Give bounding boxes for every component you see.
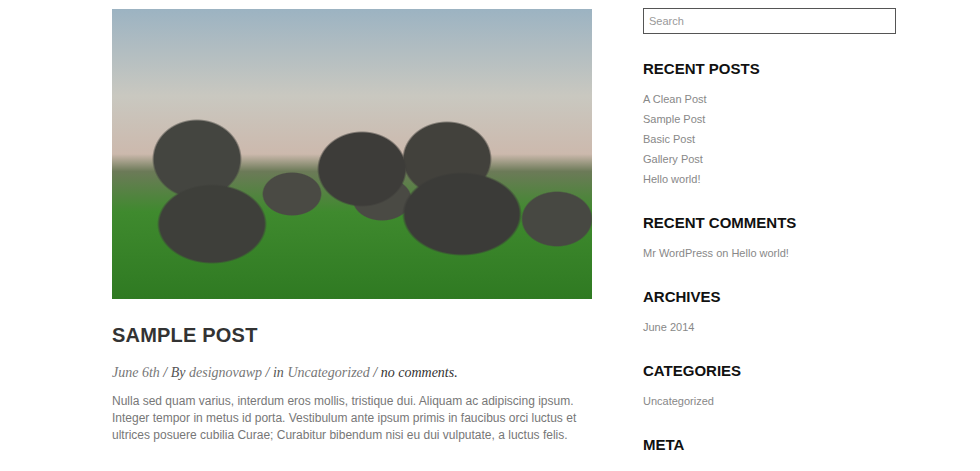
meta-link[interactable]: June 6th [112, 365, 160, 380]
widget-item: June 2014 [643, 317, 896, 337]
widget-link[interactable]: June 2014 [643, 321, 694, 333]
sidebar-widget: CATEGORIES Uncategorized [643, 361, 896, 411]
widget-list: Uncategorized [643, 391, 896, 411]
widget-link[interactable]: Hello world! [643, 173, 700, 185]
widget-title: CATEGORIES [643, 361, 896, 381]
widget-title: RECENT POSTS [643, 59, 896, 79]
widget-list: Mr WordPress on Hello world! [643, 243, 896, 263]
widget-link[interactable]: Uncategorized [643, 395, 714, 407]
post-body: Nulla sed quam varius, interdum eros mol… [112, 393, 612, 444]
meta-separator: / By [160, 365, 189, 380]
post-title[interactable]: SAMPLE POST [112, 323, 612, 347]
widget-item: Basic Post [643, 129, 896, 149]
meta-link[interactable]: no comments. [381, 365, 458, 380]
widget-list: A Clean Post Sample Post Basic Post Gallery… [643, 89, 896, 189]
widget-item: A Clean Post [643, 89, 896, 109]
widget-link[interactable]: Gallery Post [643, 153, 703, 165]
sidebar-widget: ARCHIVES June 2014 [643, 287, 896, 337]
sidebar-widget: RECENT COMMENTS Mr WordPress on Hello wor… [643, 213, 896, 263]
post-meta: June 6th / By designovawp / in Uncategor… [112, 363, 612, 383]
widget-link[interactable]: Mr WordPress on Hello world! [643, 247, 789, 259]
post: SAMPLE POST June 6th / By designovawp / i… [112, 0, 612, 444]
meta-link[interactable]: Uncategorized [287, 365, 369, 380]
meta-separator: / [370, 365, 381, 380]
widget-item: Hello world! [643, 169, 896, 189]
widget-item: Mr WordPress on Hello world! [643, 243, 896, 263]
page: SAMPLE POST June 6th / By designovawp / i… [0, 0, 980, 465]
post-image[interactable] [112, 9, 592, 299]
widget-link[interactable]: Basic Post [643, 133, 695, 145]
widget-title: META [643, 435, 896, 455]
widget-item: Gallery Post [643, 149, 896, 169]
widget-link[interactable]: A Clean Post [643, 93, 707, 105]
meta-link[interactable]: designovawp [189, 365, 262, 380]
widget-link[interactable]: Sample Post [643, 113, 705, 125]
widget-item: Uncategorized [643, 391, 896, 411]
sidebar-widget: META [643, 435, 896, 455]
widget-title: ARCHIVES [643, 287, 896, 307]
widget-list: June 2014 [643, 317, 896, 337]
widget-item: Sample Post [643, 109, 896, 129]
sidebar: RECENT POSTS A Clean Post Sample Post Basic… [643, 0, 896, 465]
widget-title: RECENT COMMENTS [643, 213, 896, 233]
sidebar-widget: RECENT POSTS A Clean Post Sample Post Basic… [643, 59, 896, 189]
search-field[interactable] [643, 8, 896, 34]
meta-separator: / in [262, 365, 287, 380]
